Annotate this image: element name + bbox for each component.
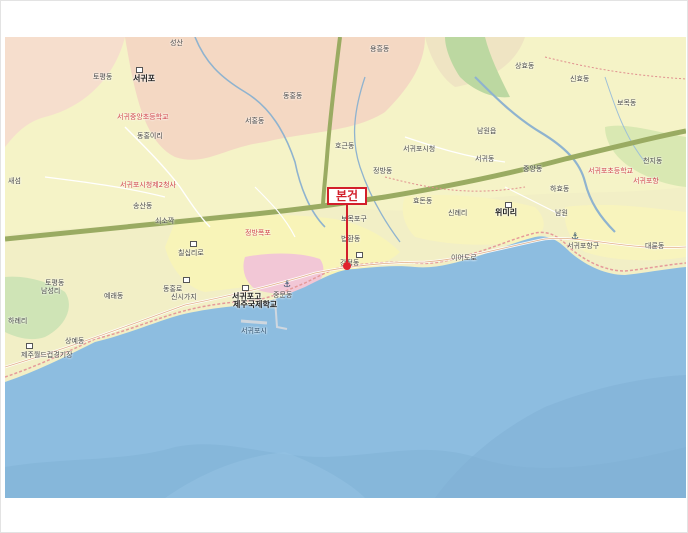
harbor-anchor-icon: ⚓ — [283, 280, 292, 290]
place-label: 정방폭포 — [245, 229, 271, 237]
place-label: 쇠소깍 — [155, 217, 175, 225]
subject-property-marker-label[interactable]: 본건 — [327, 187, 367, 205]
place-label: 제주월드컵경기장 — [21, 351, 73, 359]
landmark-icon — [505, 202, 512, 208]
place-label: 토평동 — [45, 279, 65, 287]
landmark-icon — [190, 241, 197, 247]
place-label: 예래동 — [104, 292, 124, 300]
place-label: 하례리 — [8, 317, 28, 325]
place-label: 보목포구 — [341, 215, 367, 223]
place-label: 천지동 — [643, 157, 663, 165]
place-label: 서귀포 — [133, 74, 156, 83]
harbor-anchor-icon: ⚓ — [571, 232, 580, 242]
place-label: 호근동 — [335, 142, 355, 150]
place-label: 서귀포시 — [241, 327, 267, 335]
place-label: 제주국제학교 — [233, 300, 278, 309]
place-label: 중문동 — [273, 291, 293, 299]
map-frame: 성산 용흥동 서귀포 토평동 서귀중앙초등학교 동홍동 동홍이리 상효동 신효동… — [0, 0, 688, 533]
subject-property-marker-dot[interactable] — [343, 262, 351, 270]
place-label: 동홍로 — [163, 285, 183, 293]
place-label: 남원 — [555, 209, 568, 217]
place-label: 하효동 — [550, 185, 570, 193]
marker-pointer-line — [346, 205, 348, 265]
place-label: 서귀포항구 — [567, 242, 600, 250]
place-label: 효돈동 — [413, 197, 433, 205]
landmark-icon — [26, 343, 33, 349]
place-label: 남원읍 — [477, 127, 497, 135]
place-label: 서귀중앙초등학교 — [117, 113, 169, 121]
landmark-icon — [136, 67, 143, 73]
landmark-icon — [183, 277, 190, 283]
map-view[interactable]: 성산 용흥동 서귀포 토평동 서귀중앙초등학교 동홍동 동홍이리 상효동 신효동… — [5, 37, 686, 498]
place-label: 토평동 — [93, 73, 113, 81]
place-label: 서귀동 — [475, 155, 495, 163]
landmark-icon — [356, 252, 363, 258]
place-label: 중앙동 — [523, 165, 543, 173]
place-label: 이어도로 — [451, 254, 477, 262]
place-label: 동홍이리 — [137, 132, 163, 140]
place-label: 성산 — [170, 39, 183, 47]
place-label: 상예동 — [65, 337, 85, 345]
place-label: 상효동 — [515, 62, 535, 70]
place-label: 신시가지 — [171, 293, 197, 301]
place-label: 새섬 — [8, 177, 21, 185]
place-label: 남성리 — [41, 287, 61, 295]
place-label: 서홍동 — [245, 117, 265, 125]
place-label: 송산동 — [133, 202, 153, 210]
place-label: 신효동 — [570, 75, 590, 83]
place-label: 서귀포항 — [633, 177, 659, 185]
place-label: 용흥동 — [370, 45, 390, 53]
place-label: 위미리 — [495, 208, 518, 217]
place-label: 정방동 — [373, 167, 393, 175]
place-label: 동홍동 — [283, 92, 303, 100]
place-label: 대륜동 — [645, 242, 665, 250]
landmark-icon — [242, 285, 249, 291]
place-label: 서귀포시청 — [403, 145, 436, 153]
place-label: 서귀포초등학교 — [588, 167, 634, 175]
place-label: 보목동 — [617, 99, 637, 107]
place-label: 서귀포시청제2청사 — [120, 181, 176, 189]
place-label: 법환동 — [341, 235, 361, 243]
place-label: 칠십리로 — [178, 249, 204, 257]
place-label: 신례리 — [448, 209, 468, 217]
